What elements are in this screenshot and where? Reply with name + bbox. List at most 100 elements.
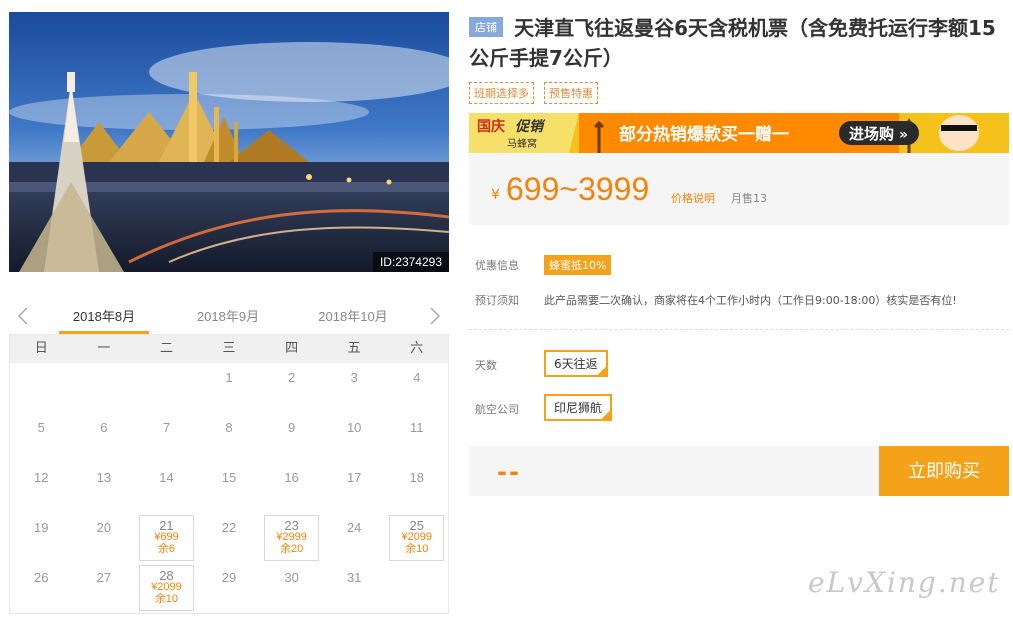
- calendar-day: 5: [10, 413, 73, 463]
- calendar-day: 12: [10, 463, 73, 513]
- prev-month-chevron-icon[interactable]: [13, 304, 35, 328]
- month-tab-oct[interactable]: 2018年10月: [308, 306, 398, 334]
- monthly-sales: 月售13: [731, 192, 767, 205]
- calendar-day: 29: [198, 563, 261, 613]
- day-number: 6: [100, 420, 108, 435]
- day-number: 10: [346, 420, 362, 435]
- product-title: 天津直飞往返曼谷6天含税机票（含免费托运行李额15公斤手提7公斤）: [469, 16, 996, 70]
- calendar-grid: 日 一 二 三 四 五 六 1 2 3 4 5 6 7 8 9 10 11 12 13 14 15 16 17 1…: [9, 334, 449, 614]
- month-tab-sep[interactable]: 2018年9月: [183, 306, 273, 334]
- calendar-day: 20: [73, 513, 136, 563]
- calendar-day: 22: [198, 513, 261, 563]
- image-id-label: ID:2374293: [372, 252, 449, 272]
- calendar-day: 14: [135, 463, 198, 513]
- calendar-week-row: 1 2 3 4: [10, 363, 448, 413]
- day-number: 4: [413, 370, 421, 385]
- calendar-day-available[interactable]: 23 ¥2999 余20: [260, 513, 323, 563]
- day-remaining: 余10: [154, 593, 179, 605]
- calendar-day: [135, 363, 198, 413]
- purchase-bar: -- 立即购买: [469, 446, 1009, 496]
- day-number: 16: [284, 470, 299, 485]
- day-price: ¥699: [154, 531, 179, 543]
- day-number: 2: [287, 370, 296, 385]
- day-number: 1: [225, 370, 233, 385]
- day-number: 8: [225, 420, 233, 435]
- banner-logo-line1: 国庆: [477, 118, 505, 135]
- calendar-day: 18: [385, 463, 448, 513]
- calendar-day: [73, 363, 136, 413]
- weekday-label: 三: [222, 341, 236, 356]
- day-number: 18: [409, 470, 424, 485]
- calendar-day: 7: [135, 413, 198, 463]
- day-number: 14: [159, 470, 174, 485]
- site-watermark: eLvXing.net: [808, 566, 1001, 599]
- temple-photo: [9, 12, 449, 272]
- month-tab-aug[interactable]: 2018年8月: [59, 306, 149, 334]
- buy-now-button[interactable]: 立即购买: [879, 446, 1009, 496]
- banner-brand: 马蜂窝: [507, 137, 537, 150]
- calendar-day: [10, 363, 73, 413]
- day-price: ¥2099: [401, 531, 433, 543]
- day-number: 30: [284, 570, 299, 585]
- day-number: 27: [96, 570, 112, 585]
- days-option-selected[interactable]: 6天往返: [544, 350, 608, 377]
- day-remaining: 余10: [405, 543, 429, 555]
- day-number: 22: [221, 520, 237, 535]
- airline-label: 航空公司: [475, 403, 519, 416]
- price-explanation-link[interactable]: 价格说明: [671, 190, 715, 206]
- calendar-day: 17: [323, 463, 386, 513]
- calendar-day: 10: [323, 413, 386, 463]
- calendar-day: 3: [323, 363, 386, 413]
- product-image: ID:2374293: [9, 12, 449, 272]
- calendar-body: 1 2 3 4 5 6 7 8 9 10 11 12 13 14 15 16 17 18 19 20 21 ¥699 余6 2…: [10, 363, 448, 613]
- calendar-day: 6: [73, 413, 136, 463]
- calendar-week-row: 19 20 21 ¥699 余6 22 23 ¥2999 余20 24 25 ¥2099 余10: [10, 513, 448, 563]
- calendar-week-row: 12 13 14 15 16 17 18: [10, 463, 448, 513]
- next-month-chevron-icon[interactable]: [423, 304, 445, 328]
- day-number: 17: [346, 470, 362, 485]
- calendar-day: 13: [73, 463, 136, 513]
- calendar-day: 31: [323, 563, 386, 613]
- calendar-day: 8: [198, 413, 261, 463]
- booking-notice-label: 预订须知: [475, 294, 519, 307]
- divider: [469, 329, 1009, 330]
- day-remaining: 余20: [279, 543, 304, 555]
- calendar-day-available[interactable]: 25 ¥2099 余10: [385, 513, 448, 563]
- day-number: 7: [162, 420, 171, 435]
- weekday-label: 一: [97, 341, 111, 356]
- weekday-label: 四: [285, 341, 299, 356]
- calendar-day: 4: [385, 363, 448, 413]
- calendar-day: 16: [260, 463, 323, 513]
- tag-presale: 预售特惠: [544, 82, 598, 104]
- airline-option-selected[interactable]: 印尼狮航: [544, 394, 613, 421]
- calendar-day: 19: [10, 513, 73, 563]
- day-number: 3: [350, 370, 358, 385]
- day-number: 12: [34, 470, 49, 485]
- banner-slogan: 部分热销爆款买一赠一: [619, 124, 789, 145]
- calendar-day: 9: [260, 413, 323, 463]
- currency-symbol: ¥: [491, 187, 500, 203]
- calendar-day: 1: [198, 363, 261, 413]
- promo-banner[interactable]: 国庆 促销 马蜂窝 部分热销爆款买一赠一 进场购 »: [469, 113, 1009, 153]
- day-number: 5: [37, 420, 45, 435]
- booking-notice-text: 此产品需要二次确认，商家将在4个工作小时内（工作日9:00-18:00）核实是否…: [544, 294, 957, 307]
- calendar-day-available[interactable]: 21 ¥699 余6: [135, 513, 198, 563]
- promo-badge: 蜂蜜抵10%: [544, 255, 612, 275]
- calendar-day: 30: [260, 563, 323, 613]
- day-price: ¥2099: [151, 581, 182, 593]
- calendar-day-available[interactable]: 28 ¥2099 余10: [135, 563, 198, 613]
- selected-price: --: [497, 458, 521, 486]
- day-number: 13: [96, 470, 112, 485]
- calendar-day: 26: [10, 563, 73, 613]
- banner-logo-line2: 促销: [515, 118, 546, 135]
- calendar-day: 11: [385, 413, 448, 463]
- day-price: ¥2999: [276, 531, 307, 543]
- weekday-label: 日: [34, 341, 48, 356]
- day-number: 11: [410, 420, 424, 435]
- days-label: 天数: [475, 359, 497, 372]
- shop-badge: 店铺: [469, 17, 503, 37]
- price-panel: ¥ 699~3999 价格说明 月售13: [469, 153, 1009, 225]
- product-tags: 班期选择多 预售特惠: [469, 82, 598, 104]
- day-number: 19: [34, 520, 49, 535]
- calendar-day: 27: [73, 563, 136, 613]
